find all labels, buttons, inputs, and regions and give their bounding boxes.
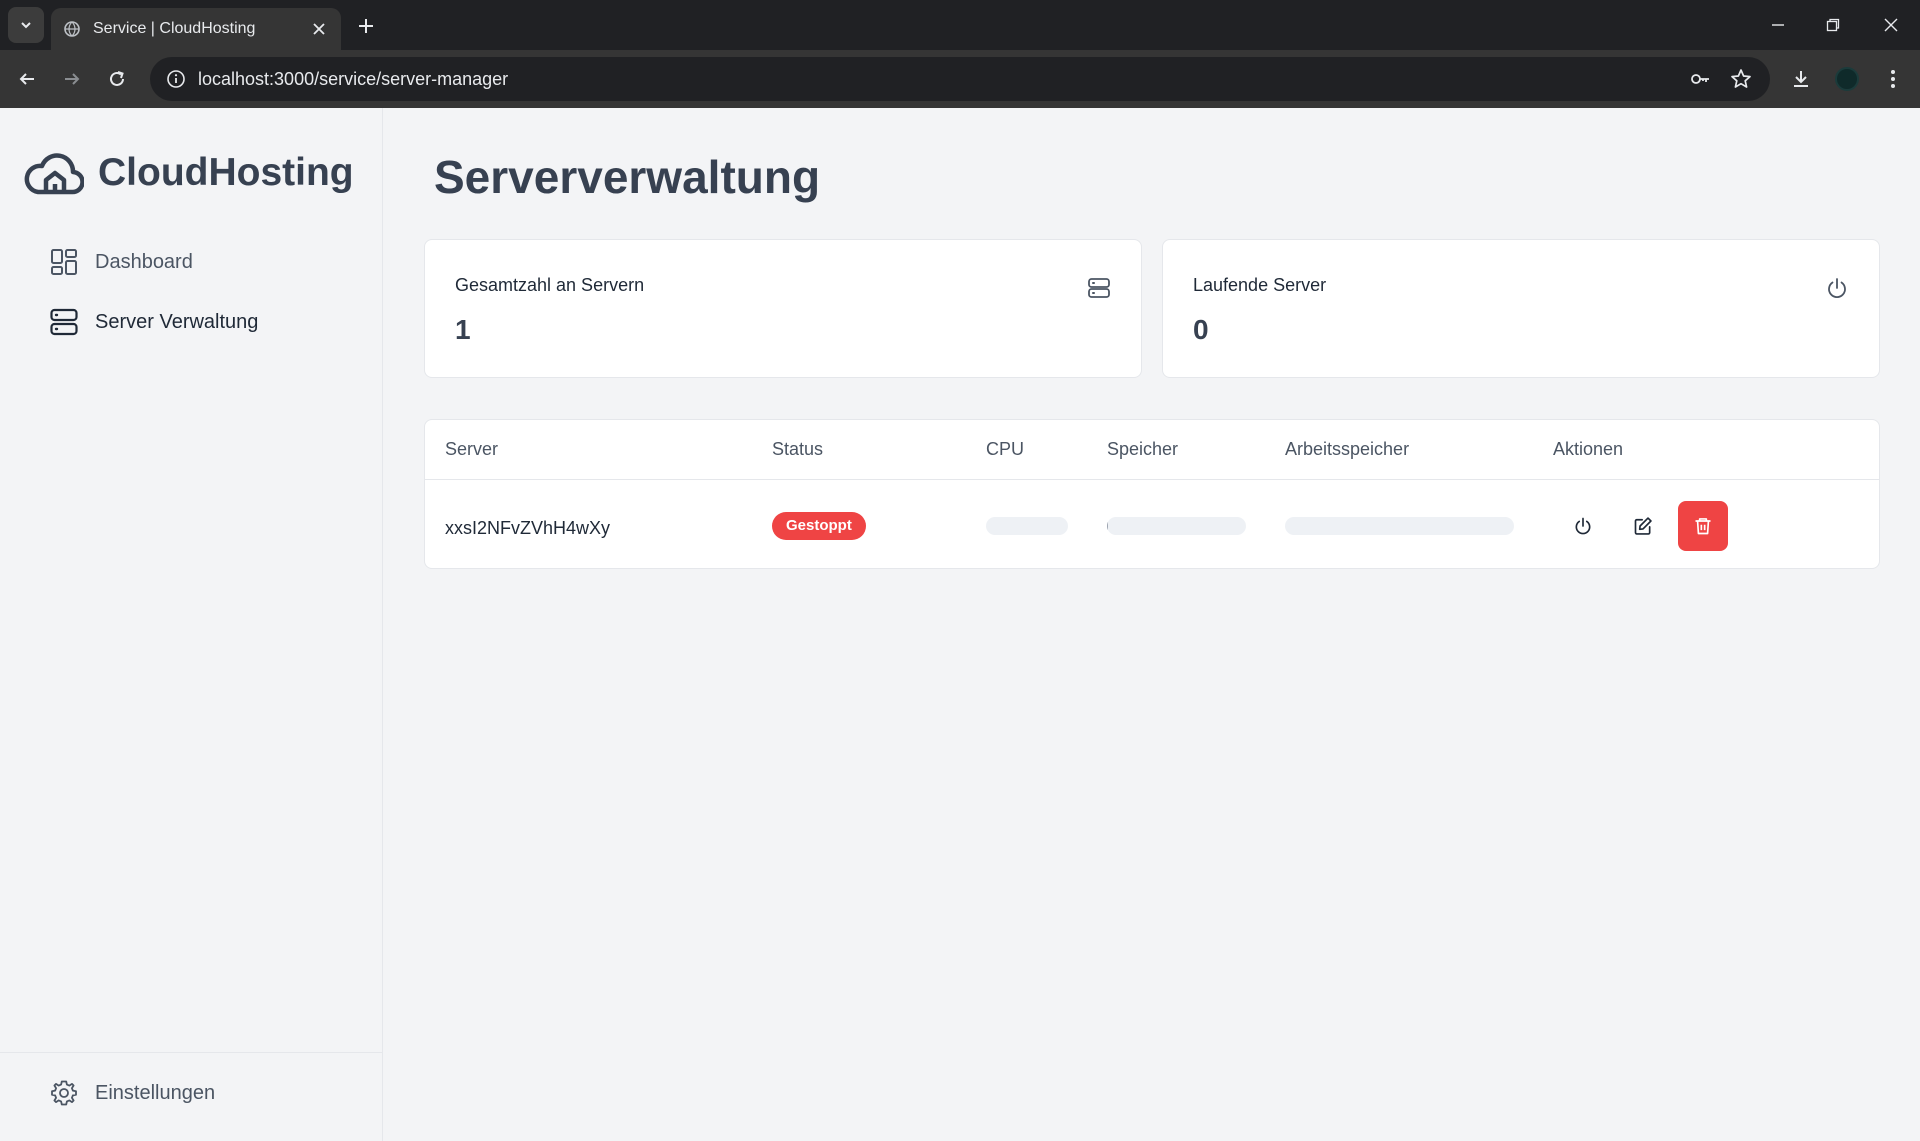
plus-icon [359, 19, 373, 33]
status-badge: Gestoppt [772, 512, 866, 540]
server-table: Server Status CPU Speicher Arbeitsspeich… [424, 419, 1880, 569]
reload-button[interactable] [100, 62, 134, 96]
page-title: Serververwaltung [434, 151, 821, 203]
globe-icon [63, 20, 81, 38]
sidebar-item-dashboard[interactable]: Dashboard [50, 248, 193, 276]
browser-tab-bar: Service | CloudHosting [0, 0, 1920, 50]
arrow-right-icon [65, 73, 80, 85]
column-header-server: Server [445, 439, 499, 459]
main-content: Serververwaltung Gesamtzahl an Servern 1… [384, 108, 1920, 1141]
trash-icon [1695, 518, 1711, 535]
stat-card-running-servers: Laufende Server 0 [1162, 239, 1880, 378]
power-icon [1575, 517, 1591, 535]
close-tab-icon[interactable] [309, 19, 329, 39]
password-key-icon[interactable] [1684, 63, 1716, 95]
column-header-cpu: CPU [986, 439, 1025, 459]
settings-label: Einstellungen [95, 1081, 216, 1104]
brand-logo-link[interactable]: CloudHosting [24, 148, 354, 198]
edit-icon [1634, 517, 1652, 535]
arrow-left-icon [19, 73, 34, 85]
stat-card-total-servers: Gesamtzahl an Servern 1 [424, 239, 1142, 378]
stat-label: Gesamtzahl an Servern [455, 275, 645, 295]
browser-toolbar: localhost:3000/service/server-manager [0, 50, 1920, 108]
restore-button[interactable] [1813, 10, 1853, 40]
server-icon [50, 308, 78, 336]
cpu-usage-bar [986, 517, 1068, 535]
more-vertical-icon [1891, 70, 1895, 88]
restore-icon [1826, 18, 1840, 32]
edit-server-button[interactable] [1618, 501, 1668, 551]
address-bar[interactable]: localhost:3000/service/server-manager [150, 57, 1770, 101]
tab-search-button[interactable] [8, 7, 44, 43]
minimize-button[interactable] [1758, 10, 1798, 40]
storage-usage-bar [1107, 517, 1246, 535]
server-name[interactable]: xxsI2NFvZVhH4wXy [445, 518, 610, 539]
browser-tab[interactable]: Service | CloudHosting [51, 8, 341, 50]
download-icon [1794, 71, 1808, 87]
avatar [1835, 67, 1859, 91]
memory-usage-bar [1285, 517, 1514, 535]
start-server-button[interactable] [1558, 501, 1608, 551]
bookmark-star-icon[interactable] [1725, 63, 1757, 95]
chevron-down-icon [21, 22, 31, 29]
reload-icon [110, 71, 124, 86]
url-text: localhost:3000/service/server-manager [198, 68, 509, 89]
gear-icon [50, 1079, 78, 1107]
back-button[interactable] [10, 62, 44, 96]
column-header-speicher: Speicher [1107, 439, 1179, 459]
new-tab-button[interactable] [352, 12, 380, 40]
downloads-button[interactable] [1784, 62, 1818, 96]
sidebar-item-server-verwaltung[interactable]: Server Verwaltung [50, 308, 258, 336]
dashboard-grid-icon [50, 248, 78, 276]
browser-menu-button[interactable] [1876, 62, 1910, 96]
sidebar-item-label: Server Verwaltung [95, 310, 259, 333]
column-header-arbeitsspeicher: Arbeitsspeicher [1285, 439, 1410, 459]
stat-value: 0 [1193, 314, 1209, 345]
sidebar: CloudHosting Dashboard Server Verwaltung… [0, 108, 383, 1141]
delete-server-button[interactable] [1678, 501, 1728, 551]
stat-value: 1 [455, 314, 471, 345]
stat-label: Laufende Server [1193, 275, 1327, 295]
forward-button[interactable] [55, 62, 89, 96]
column-header-aktionen: Aktionen [1553, 439, 1624, 459]
server-icon [1088, 278, 1110, 298]
sidebar-item-label: Dashboard [95, 250, 193, 273]
tab-title: Service | CloudHosting [93, 20, 256, 37]
sidebar-footer: Einstellungen [0, 1052, 383, 1141]
storage-usage-fill [1107, 517, 1109, 535]
profile-button[interactable] [1830, 62, 1864, 96]
site-info-icon[interactable] [154, 57, 198, 101]
table-header: Server Status CPU Speicher Arbeitsspeich… [425, 420, 1879, 480]
column-header-status: Status [772, 439, 824, 459]
minimize-icon [1772, 24, 1784, 26]
close-icon [1884, 18, 1898, 32]
cloud-home-icon [24, 153, 84, 195]
settings-link[interactable]: Einstellungen [50, 1079, 215, 1107]
power-icon [1828, 278, 1846, 299]
close-window-button[interactable] [1871, 10, 1911, 40]
brand-name: CloudHosting [98, 151, 354, 194]
